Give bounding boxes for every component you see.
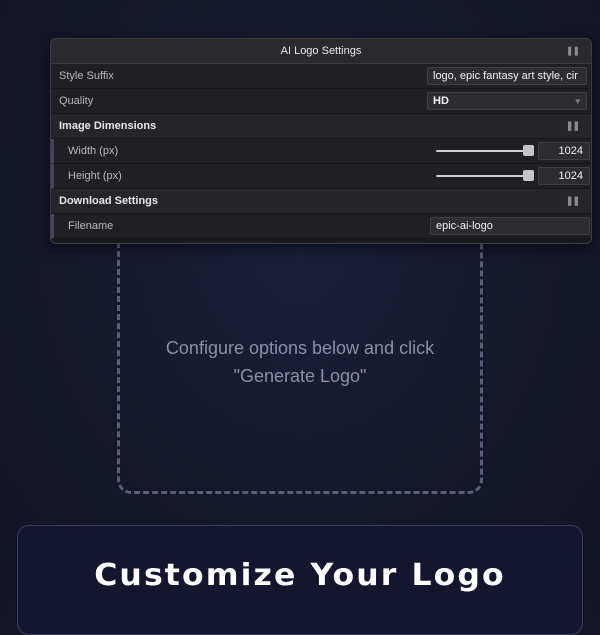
- quality-row: Quality HD ▾: [51, 89, 591, 114]
- panel-header[interactable]: AI Logo Settings ❚❚: [51, 39, 591, 64]
- height-row: Height (px) 1024: [51, 164, 591, 189]
- width-slider-thumb[interactable]: [523, 145, 534, 156]
- download-settings-title: Download Settings: [59, 195, 158, 207]
- preview-placeholder-text: Configure options below and click "Gener…: [165, 338, 435, 386]
- grip-icon[interactable]: ❚❚: [566, 196, 580, 207]
- style-suffix-input[interactable]: logo, epic fantasy art style, cir: [427, 67, 587, 85]
- image-dimensions-folder[interactable]: Image Dimensions ❚❚: [51, 114, 591, 139]
- filename-row: Filename epic-ai-logo: [51, 214, 591, 239]
- customize-card: Customize Your Logo: [17, 525, 583, 635]
- filename-input[interactable]: epic-ai-logo: [430, 217, 590, 235]
- width-slider[interactable]: [436, 144, 534, 158]
- height-slider-track: [436, 175, 534, 177]
- settings-panel: AI Logo Settings ❚❚ Style Suffix logo, e…: [50, 38, 592, 244]
- customize-title: Customize Your Logo: [94, 558, 506, 593]
- quality-select[interactable]: HD ▾: [427, 92, 587, 110]
- height-slider-thumb[interactable]: [523, 170, 534, 181]
- quality-value: HD: [433, 95, 449, 107]
- width-row: Width (px) 1024: [51, 139, 591, 164]
- style-suffix-row: Style Suffix logo, epic fantasy art styl…: [51, 64, 591, 89]
- width-input[interactable]: 1024: [538, 142, 590, 160]
- grip-icon[interactable]: ❚❚: [566, 121, 580, 132]
- download-settings-folder[interactable]: Download Settings ❚❚: [51, 189, 591, 214]
- height-slider[interactable]: [436, 169, 534, 183]
- image-dimensions-title: Image Dimensions: [59, 120, 157, 132]
- chevron-down-icon: ▾: [575, 96, 580, 106]
- logo-preview-area: Configure options below and click "Gener…: [117, 200, 483, 494]
- width-slider-track: [436, 150, 534, 152]
- height-input[interactable]: 1024: [538, 167, 590, 185]
- panel-title: AI Logo Settings: [280, 45, 362, 57]
- grip-icon[interactable]: ❚❚: [566, 46, 580, 57]
